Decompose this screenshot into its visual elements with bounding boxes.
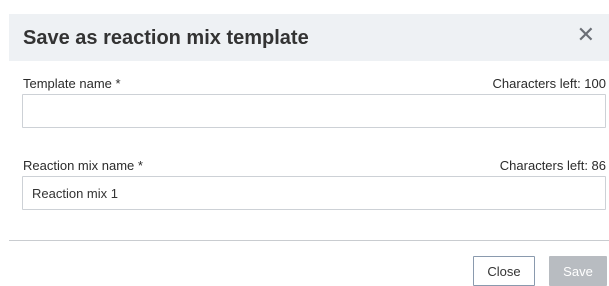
template-name-chars-left: Characters left: 100 [492,76,606,91]
template-name-label: Template name * [23,76,121,91]
save-button[interactable]: Save [549,256,607,286]
close-button[interactable]: Close [473,256,535,286]
dialog-header: Save as reaction mix template ✕ [9,14,609,61]
reaction-mix-name-input[interactable] [22,176,606,210]
close-icon[interactable]: ✕ [577,24,595,46]
reaction-mix-name-label: Reaction mix name * [23,158,143,173]
footer-divider [9,240,609,241]
save-template-dialog: Save as reaction mix template ✕ Template… [0,0,609,286]
dialog-title: Save as reaction mix template [23,27,309,49]
reaction-mix-name-chars-left: Characters left: 86 [499,158,606,173]
template-name-input[interactable] [22,94,606,128]
